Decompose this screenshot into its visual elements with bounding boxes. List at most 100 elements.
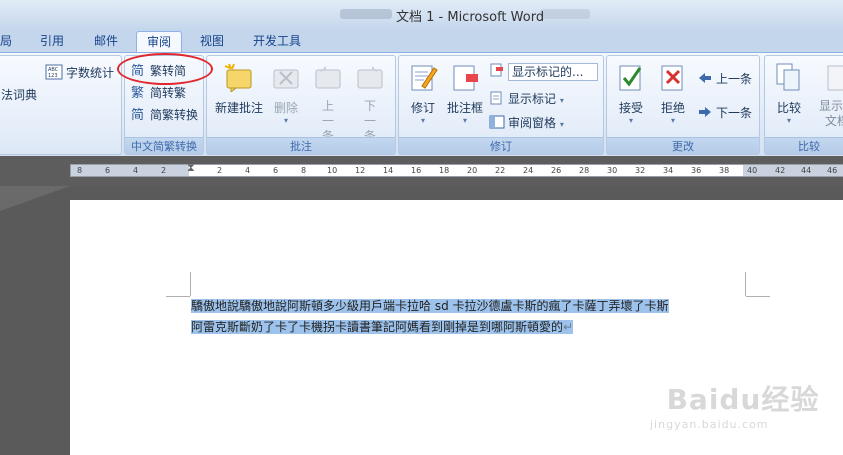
selected-text-line[interactable]: 阿雷克斯斷奶了卡了卡機拐卡讀書筆記阿媽看到剛掉是到哪阿斯頓愛的↵ (191, 320, 574, 334)
ruler-tick: 14 (383, 166, 394, 175)
previous-change-label: 上一条 (716, 72, 753, 86)
group-label: 比较 (765, 137, 843, 154)
ruler-tick: 26 (551, 166, 562, 175)
svg-text:123: 123 (48, 73, 58, 79)
chevron-down-icon: ▾ (283, 116, 288, 125)
ruler-tick: 6 (273, 166, 279, 175)
ruler-tick: 24 (523, 166, 534, 175)
track-changes-label: 修订 (410, 101, 435, 115)
chevron-down-icon: ▾ (559, 96, 564, 105)
previous-change-icon (697, 70, 713, 89)
chevron-down-icon: ▾ (786, 116, 791, 125)
reject-button[interactable]: 拒绝 ▾ (653, 62, 693, 125)
tab-references[interactable]: 引用 (30, 31, 74, 52)
ruler-tick: 8 (77, 166, 83, 175)
chinese-convert-icon: 简 (131, 106, 147, 125)
previous-comment-button[interactable]: 上一条 (309, 62, 347, 144)
ribbon-tabs: 局 引用 邮件 审阅 视图 开发工具 (0, 28, 843, 52)
dictionary-label: 法词典 (1, 88, 38, 102)
crop-mark (745, 272, 746, 296)
ruler-tick: 36 (691, 166, 702, 175)
delete-comment-icon (267, 62, 305, 95)
word-count-icon: ABC 123 (45, 64, 63, 83)
ruler-tick: 2 (161, 166, 167, 175)
show-source-button[interactable]: 显示源文档 (815, 62, 843, 129)
group-comments: 新建批注 删除 ▾ 上一条 下一条 批注 (206, 55, 396, 155)
show-markup-label: 显示标记 (508, 92, 557, 106)
ruler-tick: 2 (217, 166, 223, 175)
ruler-tick: 4 (245, 166, 251, 175)
ruler-tick: 16 (411, 166, 422, 175)
chevron-down-icon: ▾ (559, 120, 564, 129)
ruler-tick: 44 (801, 166, 812, 175)
page-shadow (0, 186, 70, 211)
display-review-icon (489, 62, 505, 81)
horizontal-ruler[interactable]: 8 6 4 2 ⧗ 2 4 6 8 10 12 14 16 18 20 22 2… (70, 162, 843, 177)
display-for-review-select[interactable]: 显示标记的... (489, 62, 598, 81)
ruler-margin-left (71, 165, 189, 176)
chinese-convert-label: 简繁转换 (150, 108, 199, 122)
show-markup-icon (489, 90, 505, 109)
next-change-button[interactable]: 下一条 (697, 104, 752, 123)
reject-icon (653, 62, 693, 95)
compare-button[interactable]: 比较 ▾ (769, 62, 809, 125)
group-proofing: ABC 123 字数统计 法词典 (0, 55, 122, 155)
blurred-text (540, 9, 590, 19)
ruler-tick: 20 (467, 166, 478, 175)
blurred-text (340, 9, 392, 19)
new-comment-icon (211, 62, 267, 95)
new-comment-button[interactable]: 新建批注 (211, 62, 267, 116)
svg-text:简: 简 (131, 107, 144, 122)
previous-change-button[interactable]: 上一条 (697, 70, 752, 89)
reviewing-pane-button[interactable]: 审阅窗格 ▾ (489, 114, 564, 133)
group-label: 修订 (399, 137, 603, 154)
svg-text:繁: 繁 (131, 85, 144, 100)
ruler-tick: 42 (775, 166, 786, 175)
tab-mailings[interactable]: 邮件 (84, 31, 128, 52)
word-count-button[interactable]: ABC 123 字数统计 (45, 64, 114, 83)
ruler-tick: 6 (105, 166, 111, 175)
tab-review[interactable]: 审阅 (136, 31, 182, 52)
watermark-logo: Baidu经验 (666, 383, 820, 416)
selected-text: 阿雷克斯斷奶了卡了卡機拐卡讀書筆記阿媽看到剛掉是到哪阿斯頓愛的 (191, 320, 564, 334)
ruler-tick: 32 (635, 166, 646, 175)
document-paragraph[interactable]: 驕傲地說驕傲地說阿斯頓多少級用戶端卡拉哈 sd 卡拉沙德盧卡斯的瘋了卡薩丁弄壞了… (191, 296, 751, 338)
simp-to-trad-icon: 繁 (131, 84, 147, 103)
next-change-icon (697, 104, 713, 123)
tab-view[interactable]: 视图 (190, 31, 234, 52)
crop-mark (190, 272, 191, 296)
group-compare: 比较 ▾ 显示源文档 比较 (764, 55, 843, 155)
simp-to-trad-label: 简转繁 (150, 86, 187, 100)
tab-developer[interactable]: 开发工具 (244, 31, 310, 52)
show-markup-button[interactable]: 显示标记 ▾ (489, 90, 564, 109)
selected-text-line[interactable]: 驕傲地說驕傲地說阿斯頓多少級用戶端卡拉哈 sd 卡拉沙德盧卡斯的瘋了卡薩丁弄壞了… (191, 299, 669, 313)
reject-label: 拒绝 (660, 101, 685, 115)
ruler-tick: 46 (827, 166, 838, 175)
ruler-tick: 34 (663, 166, 674, 175)
chinese-convert-button[interactable]: 简 简繁转换 (131, 106, 198, 125)
chevron-down-icon: ▾ (462, 116, 467, 125)
next-change-label: 下一条 (716, 106, 753, 120)
next-comment-icon (351, 62, 389, 95)
balloons-icon (443, 62, 487, 95)
chevron-down-icon: ▾ (628, 116, 633, 125)
tab-layout[interactable]: 局 (0, 31, 16, 52)
show-source-label: 显示源文档 (818, 99, 843, 128)
ruler-tick: 30 (607, 166, 618, 175)
delete-comment-button[interactable]: 删除 ▾ (267, 62, 305, 125)
chevron-down-icon: ▾ (420, 116, 425, 125)
watermark: Baidu经验 jingyan.baidu.com (648, 378, 838, 431)
accept-button[interactable]: 接受 ▾ (611, 62, 651, 125)
track-changes-button[interactable]: 修订 ▾ (403, 62, 443, 125)
indent-marker-icon[interactable]: ⧗ (187, 162, 195, 173)
crop-mark (166, 296, 190, 297)
next-comment-button[interactable]: 下一条 (351, 62, 389, 144)
show-source-icon (815, 62, 843, 95)
display-select-value: 显示标记的... (508, 62, 598, 81)
simp-to-trad-button[interactable]: 繁 简转繁 (131, 84, 186, 103)
track-changes-icon (403, 62, 443, 95)
balloons-button[interactable]: 批注框 ▾ (443, 62, 487, 125)
dictionary-button[interactable]: 法词典 (1, 86, 37, 103)
delete-comment-label: 删除 (273, 101, 298, 115)
group-changes: 接受 ▾ 拒绝 ▾ 上一条 下一条 更改 (606, 55, 760, 155)
